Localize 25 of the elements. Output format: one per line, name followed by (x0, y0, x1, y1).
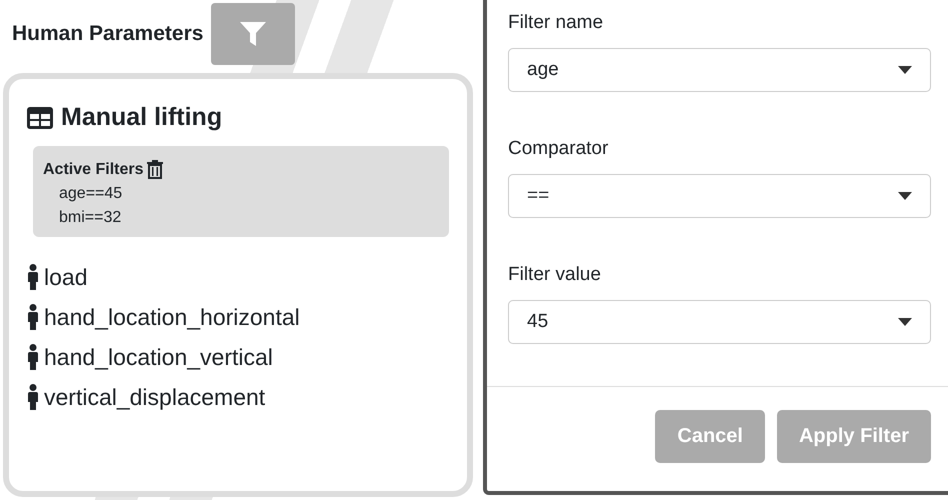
filter-entry: bmi==32 (58, 209, 122, 227)
person-icon (27, 264, 39, 290)
field-label: Filter name (508, 12, 604, 34)
person-icon (27, 344, 39, 370)
filter-icon (239, 21, 268, 47)
caret-icon (898, 318, 912, 326)
parameter-item: vertical_displacement (44, 384, 266, 410)
parameter-item: hand_location_vertical (44, 344, 273, 370)
select-field[interactable]: == (508, 174, 931, 218)
table-icon (27, 106, 53, 128)
field-label: Comparator (508, 138, 610, 160)
filter-entry: age==45 (58, 185, 124, 203)
parameter-item: load (44, 264, 88, 290)
field-label: Filter value (508, 264, 602, 286)
select-field[interactable]: age (508, 48, 931, 92)
parameter-item: hand_location_horizontal (44, 304, 300, 330)
active-filters-title: Active Filters (43, 160, 144, 178)
select-field[interactable]: 45 (508, 300, 931, 344)
trash-icon[interactable] (147, 160, 164, 179)
section-title: Human Parameters (12, 22, 204, 46)
card-title: Manual lifting (61, 103, 222, 132)
person-icon (27, 304, 39, 330)
caret-icon (898, 66, 912, 74)
person-icon (27, 384, 39, 410)
caret-icon (898, 192, 912, 200)
